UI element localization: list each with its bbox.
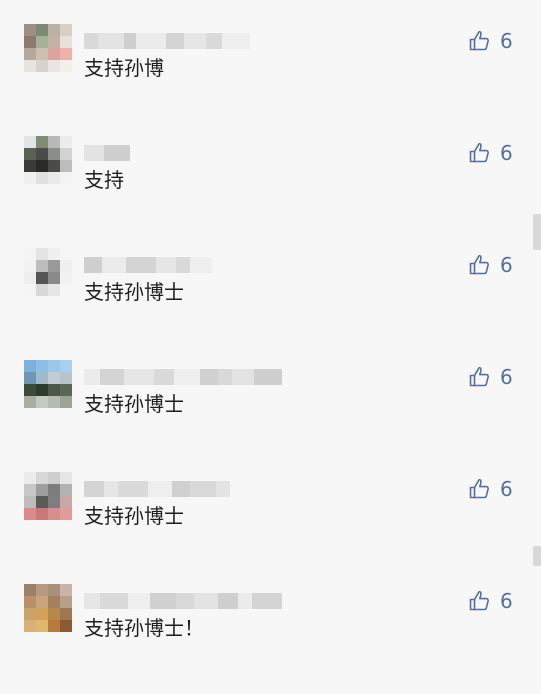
comment-text: 支持孙博士 — [84, 280, 184, 304]
user-avatar[interactable] — [24, 24, 72, 72]
thumbs-up-icon — [469, 366, 489, 387]
like-count: 6 — [500, 253, 513, 277]
like-button[interactable]: 6 — [468, 252, 528, 278]
blurred-nickname — [84, 30, 250, 52]
blurred-nickname — [84, 254, 212, 276]
comment-text: 支持孙博士 — [84, 392, 184, 416]
user-avatar[interactable] — [24, 584, 72, 632]
thumbs-up-icon — [469, 590, 489, 611]
like-count: 6 — [500, 141, 513, 165]
like-button[interactable]: 6 — [468, 588, 528, 614]
comment-item: 支持孙博 6 — [0, 24, 541, 134]
comment-text: 支持孙博士 — [84, 504, 184, 528]
user-avatar[interactable] — [24, 360, 72, 408]
comment-item: 支持 6 — [0, 136, 541, 246]
blurred-nickname — [84, 366, 282, 388]
like-count: 6 — [500, 589, 513, 613]
blurred-nickname — [84, 590, 282, 612]
comment-text: 支持孙博 — [84, 56, 164, 80]
like-count: 6 — [500, 29, 513, 53]
comment-text: 支持孙博士！ — [84, 616, 204, 640]
scrollbar-thumb[interactable] — [533, 214, 541, 250]
user-avatar[interactable] — [24, 472, 72, 520]
thumbs-up-icon — [469, 254, 489, 275]
blurred-nickname — [84, 142, 130, 164]
comment-item: 支持孙博士 6 — [0, 360, 541, 470]
like-count: 6 — [500, 365, 513, 389]
like-button[interactable]: 6 — [468, 28, 528, 54]
thumbs-up-icon — [469, 142, 489, 163]
like-button[interactable]: 6 — [468, 364, 528, 390]
thumbs-up-icon — [469, 478, 489, 499]
comment-text: 支持 — [84, 168, 124, 192]
scrollbar-thumb-lower[interactable] — [533, 546, 541, 566]
like-button[interactable]: 6 — [468, 476, 528, 502]
user-avatar[interactable] — [24, 136, 72, 184]
comment-item: 支持孙博士！ 6 — [0, 584, 541, 694]
like-count: 6 — [500, 477, 513, 501]
user-avatar[interactable] — [24, 248, 72, 296]
comment-item: 支持孙博士 6 — [0, 248, 541, 358]
like-button[interactable]: 6 — [468, 140, 528, 166]
comment-item: 支持孙博士 6 — [0, 472, 541, 582]
thumbs-up-icon — [469, 30, 489, 51]
blurred-nickname — [84, 478, 230, 500]
